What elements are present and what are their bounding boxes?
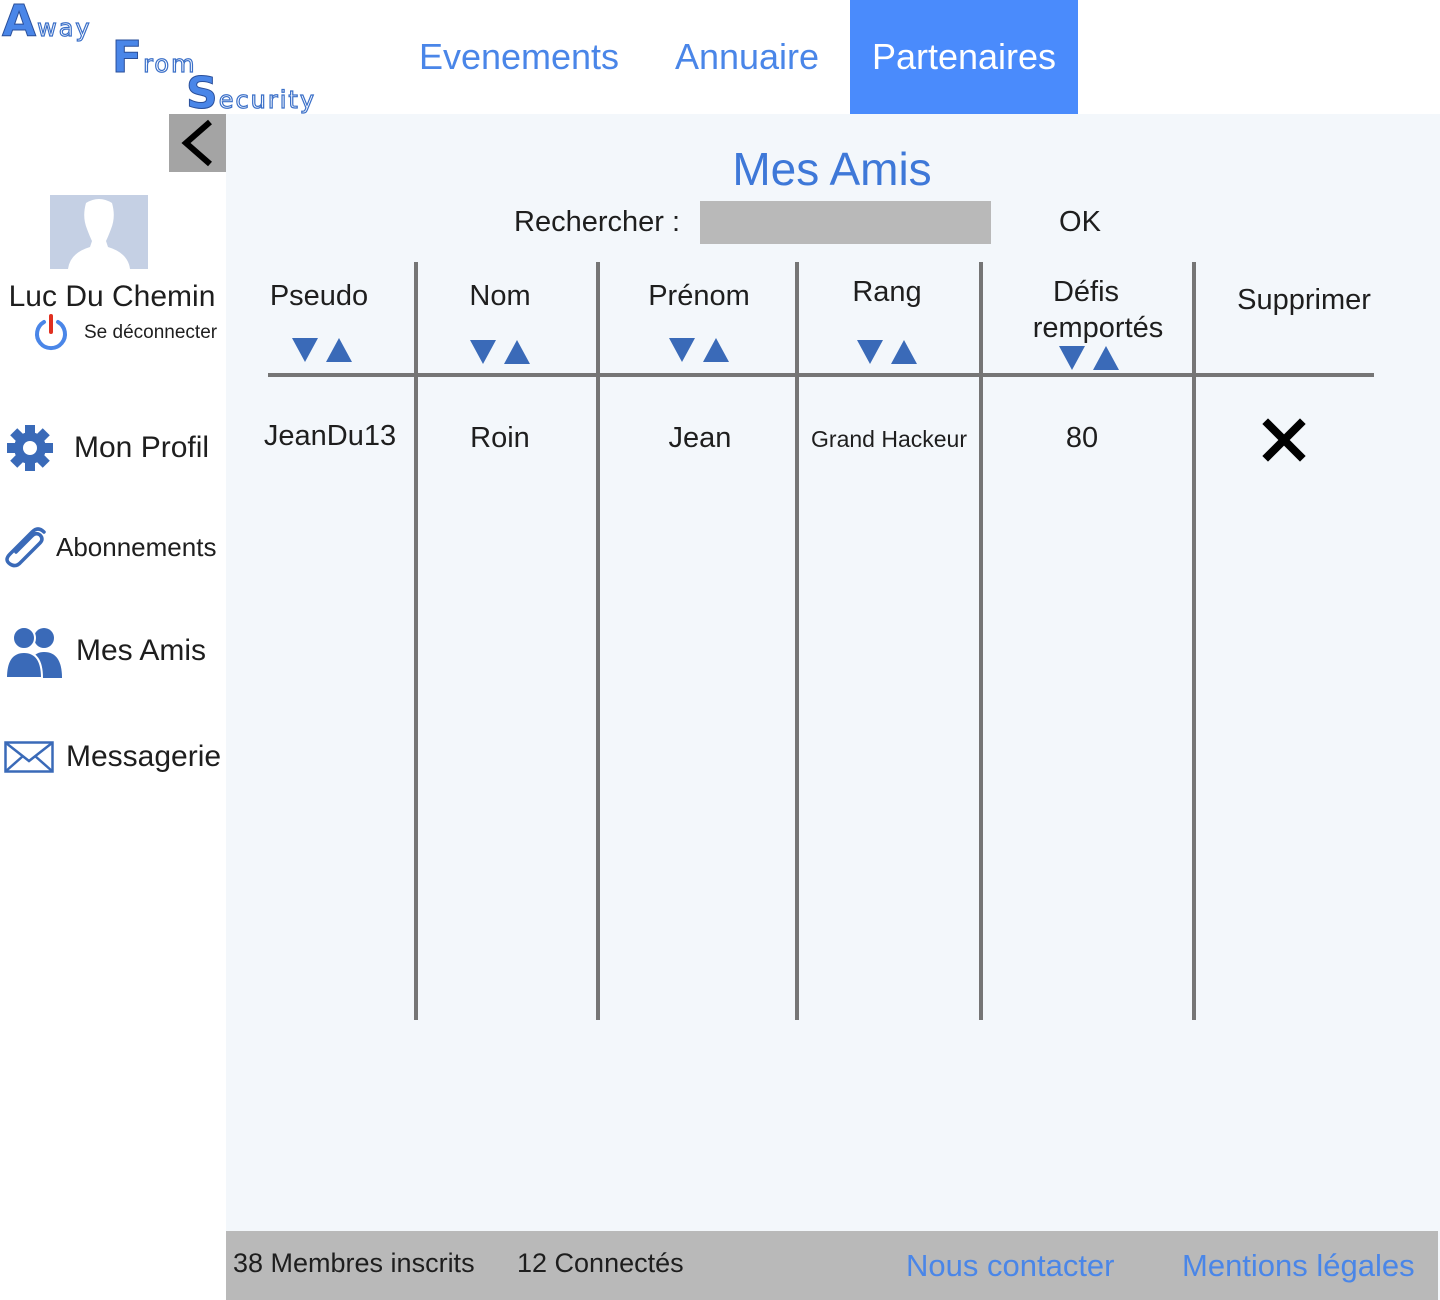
logout-label: Se déconnecter [84, 322, 218, 343]
page-title: Mes Amis [732, 143, 932, 195]
nav-tab-annuaire[interactable]: Annuaire [660, 0, 834, 114]
nav-tab-partenaires[interactable]: Partenaires [850, 0, 1078, 114]
logout-button[interactable]: Se déconnecter [32, 314, 217, 352]
sort-ascending-icon[interactable] [891, 340, 917, 364]
envelope-icon [4, 741, 54, 773]
search-input[interactable] [700, 201, 991, 244]
sort-controls-prenom [669, 338, 729, 362]
column-header-nom: Nom [469, 280, 531, 312]
column-header-prenom: Prénom [648, 280, 750, 312]
sort-descending-icon[interactable] [470, 340, 496, 364]
logo-word-security: Security [186, 68, 317, 119]
sidebar-item-messagerie[interactable]: Messagerie [4, 740, 221, 774]
search-ok-button[interactable]: OK [1040, 200, 1120, 244]
column-header-supprimer: Supprimer [1237, 284, 1371, 316]
sort-ascending-icon[interactable] [703, 338, 729, 362]
paperclip-icon [5, 527, 46, 568]
site-logo[interactable]: Away From Security [0, 0, 400, 116]
delete-friend-button[interactable] [1262, 418, 1306, 462]
cell-defis: 80 [1065, 422, 1099, 454]
logo-word-away: Away [1, 0, 92, 47]
sort-descending-icon[interactable] [1059, 346, 1085, 370]
column-header-defis: Défis [1052, 276, 1120, 308]
sort-controls-defis [1059, 346, 1119, 370]
sort-descending-icon[interactable] [857, 340, 883, 364]
close-icon [1262, 418, 1306, 462]
sort-controls-rang [857, 340, 917, 364]
sidebar-item-mon-profil[interactable]: Mon Profil [4, 424, 209, 472]
connected-count: 12 Connectés [517, 1248, 684, 1278]
sort-ascending-icon[interactable] [504, 340, 530, 364]
sidebar-item-label: Abonnements [56, 531, 217, 562]
members-count: 38 Membres inscrits [233, 1248, 475, 1278]
cell-rang: Grand Hackeur [811, 426, 967, 452]
chevron-left-icon [180, 119, 212, 167]
cell-nom: Roin [470, 422, 530, 454]
users-icon [4, 626, 62, 678]
contact-link[interactable]: Nous contacter [906, 1248, 1115, 1284]
column-header-rang: Rang [852, 276, 922, 308]
legal-link[interactable]: Mentions légales [1182, 1248, 1415, 1284]
table-header-divider [268, 373, 1374, 377]
sidebar-item-mes-amis[interactable]: Mes Amis [4, 624, 206, 678]
user-silhouette-icon [50, 195, 148, 269]
sort-descending-icon[interactable] [292, 338, 318, 362]
collapse-sidebar-button[interactable] [169, 114, 226, 172]
column-header-pseudo: Pseudo [269, 280, 369, 312]
sort-descending-icon[interactable] [669, 338, 695, 362]
cell-prenom: Jean [668, 422, 732, 454]
sidebar-item-abonnements[interactable]: Abonnements [4, 526, 216, 568]
gear-icon [7, 425, 53, 471]
sort-controls-nom [470, 340, 530, 364]
sidebar-item-label: Mon Profil [74, 431, 210, 464]
logo-word-from: From [111, 32, 197, 83]
nav-tab-evenements[interactable]: Evenements [416, 0, 622, 114]
user-name: Luc Du Chemin [8, 280, 216, 313]
power-icon [35, 314, 67, 351]
column-header-defis-line2: remportés [1032, 312, 1164, 344]
cell-pseudo: JeanDu13 [263, 420, 397, 452]
sidebar-item-label: Messagerie [66, 740, 222, 773]
sort-ascending-icon[interactable] [326, 338, 352, 362]
sort-controls-pseudo [292, 338, 352, 362]
sort-ascending-icon[interactable] [1093, 346, 1119, 370]
search-label: Rechercher : [514, 206, 681, 238]
sidebar-item-label: Mes Amis [76, 634, 207, 667]
avatar[interactable] [50, 195, 148, 269]
